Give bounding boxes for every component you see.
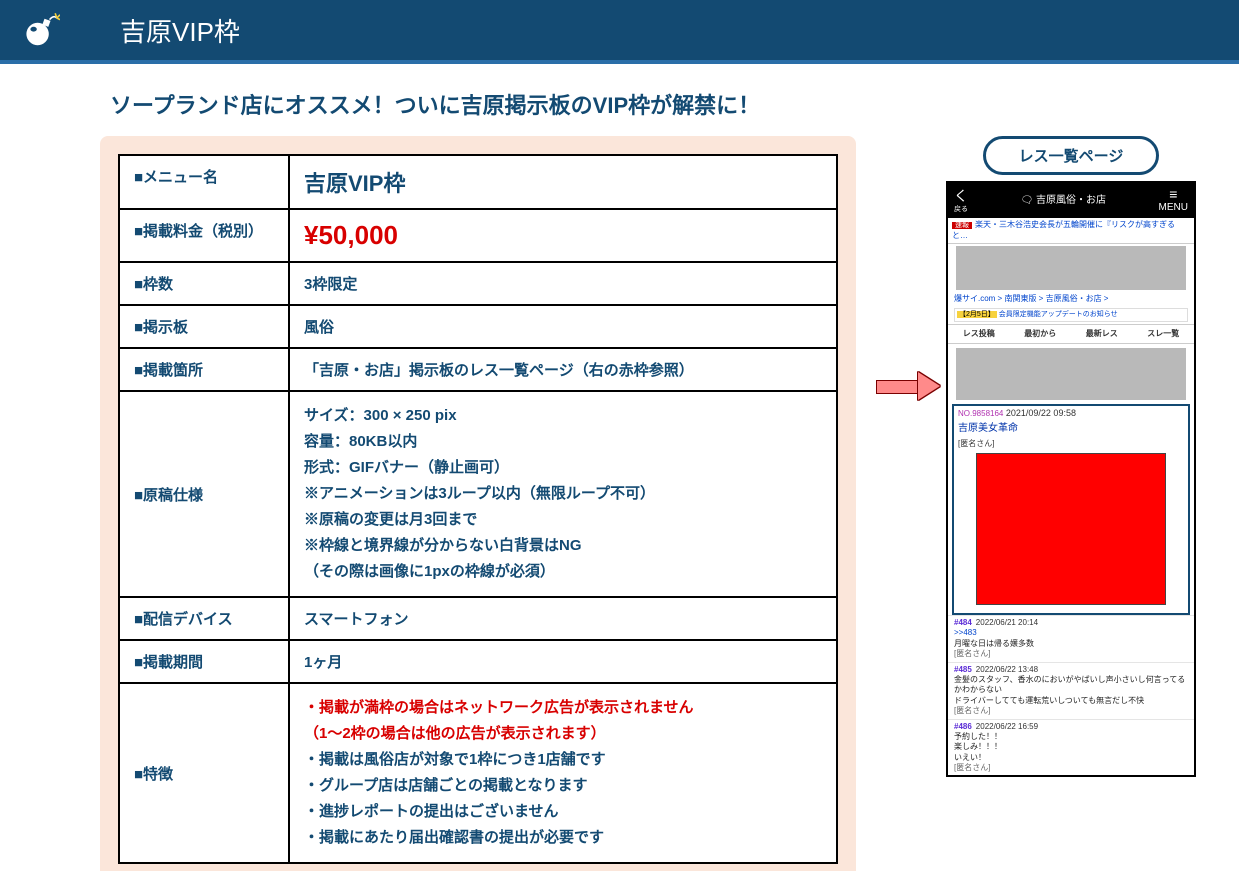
thread-no: NO.9858164 [958, 409, 1003, 418]
post-body: 金髪のスタッフ、香水のにおいがやばいし声小さいし何言ってるかわからない ドライバ… [954, 675, 1188, 706]
notice-tag: 【2月5日】 [957, 311, 997, 318]
post-item: #485 2022/06/22 13:48 金髪のスタッフ、香水のにおいがやばいし… [948, 662, 1194, 719]
row-period-value: 1ヶ月 [304, 654, 342, 671]
feature-line: ・進捗レポートの提出はございません [304, 800, 822, 824]
ad-placeholder [956, 348, 1186, 400]
subtitle: ソープランド店にオススメ！ついに吉原掲示板のVIP枠が解禁に！ [110, 88, 1239, 120]
row-slots-value: 3枠限定 [304, 276, 357, 293]
tab-first[interactable]: 最初から [1024, 329, 1056, 339]
post-ts: 2022/06/22 13:48 [976, 665, 1038, 674]
spec-line: ※原稿の変更は月3回まで [304, 508, 822, 532]
row-board-label: ■掲示板 [119, 305, 289, 348]
arrow-icon [866, 376, 946, 396]
row-period-label: ■掲載期間 [119, 640, 289, 683]
row-location-label: ■掲載箇所 [119, 348, 289, 391]
notice-bar[interactable]: 【2月5日】会員限定機能アップデートのお知らせ [954, 308, 1188, 321]
feature-line-red: （1～2枠の場合は他の広告が表示されます） [304, 722, 822, 746]
banner-tag: 速報 [952, 222, 972, 229]
row-feature-label: ■特徴 [119, 683, 289, 863]
preview-pill: レス一覧ページ [983, 136, 1159, 175]
row-device-value: スマートフォン [304, 611, 409, 628]
feature-line: ・グループ店は店舗ごとの掲載となります [304, 774, 822, 798]
row-menu-label: ■メニュー名 [119, 155, 289, 209]
tab-list[interactable]: スレ一覧 [1147, 329, 1179, 339]
row-device-label: ■配信デバイス [119, 597, 289, 640]
tab-latest[interactable]: 最新レス [1086, 329, 1118, 339]
menu-label: MENU [1159, 201, 1188, 214]
ad-slot-redbox [976, 453, 1166, 605]
banner-text: 楽天・三木谷浩史会長が五輪開催に『リスクが高すぎると… [952, 220, 1175, 239]
chevron-left-icon: く [954, 188, 968, 204]
back-label: 戻る [954, 205, 968, 214]
phone-title: 🗨 吉原風俗・お店 [1021, 194, 1106, 207]
row-spec-label: ■原稿仕様 [119, 391, 289, 597]
thread-anon: [匿名さん] [958, 439, 1184, 449]
post-item: #484 2022/06/21 20:14 >>483 月曜な日は帰る嬢多数 [匿… [948, 615, 1194, 662]
spec-table: ■メニュー名 吉原VIP枠 ■掲載料金（税別） ¥50,000 ■枠数 3枠限定… [118, 154, 838, 864]
thread-title[interactable]: 吉原美女革命 [958, 422, 1184, 435]
row-menu-value: 吉原VIP枠 [304, 171, 405, 196]
post-num[interactable]: #484 [954, 618, 972, 627]
post-sig: [匿名さん] [954, 706, 1188, 716]
hamburger-icon: ≡ [1159, 187, 1188, 201]
post-ts: 2022/06/22 16:59 [976, 722, 1038, 731]
bomb-icon [20, 10, 60, 50]
phone-topbar: く 戻る 🗨 吉原風俗・お店 ≡ MENU [948, 183, 1194, 218]
spec-line: （その際は画像に1pxの枠線が必須） [304, 560, 822, 584]
breadcrumb[interactable]: 爆サイ.com > 南関東版 > 吉原風俗・お店 > [948, 292, 1194, 306]
back-button[interactable]: く 戻る [954, 187, 968, 214]
post-num[interactable]: #486 [954, 722, 972, 731]
notice-text: 会員限定機能アップデートのお知らせ [999, 311, 1118, 318]
page-title: 吉原VIP枠 [120, 12, 240, 49]
spec-line: サイズ：300 × 250 pix [304, 404, 822, 428]
spec-line: 容量：80KB以内 [304, 430, 822, 454]
row-price-value: ¥50,000 [304, 220, 398, 250]
spec-line: ※枠線と境界線が分からない白背景はNG [304, 534, 822, 558]
feature-line: ・掲載は風俗店が対象で1枠につき1店舗です [304, 748, 822, 772]
thread-ts: 2021/09/22 09:58 [1006, 408, 1076, 418]
ad-placeholder [956, 246, 1186, 290]
row-slots-label: ■枠数 [119, 262, 289, 305]
phone-mock: く 戻る 🗨 吉原風俗・お店 ≡ MENU 速報楽天・三木谷浩史会長が五輪開催に… [946, 181, 1196, 777]
header-bar: 吉原VIP枠 [0, 0, 1239, 64]
feature-line-red: ・掲載が満枠の場合はネットワーク広告が表示されません [304, 696, 822, 720]
post-body: 予約した！！ 楽しみ！！！ いえい！ [954, 732, 1188, 763]
post-item: #4862022/06/22 16:59 予約した！！ 楽しみ！！！ いえい！ … [948, 719, 1194, 776]
post-body: 月曜な日は帰る嬢多数 [954, 639, 1188, 649]
spec-card: ■メニュー名 吉原VIP枠 ■掲載料金（税別） ¥50,000 ■枠数 3枠限定… [100, 136, 856, 871]
thread-tabs: レス投稿 最初から 最新レス スレ一覧 [948, 324, 1194, 344]
post-num[interactable]: #485 [954, 665, 972, 674]
post-reply[interactable]: >>483 [954, 628, 977, 637]
feature-line: ・掲載にあたり届出確認書の提出が必要です [304, 826, 822, 850]
preview-column: レス一覧ページ く 戻る 🗨 吉原風俗・お店 ≡ MENU 速報楽天・三木谷浩史… [946, 136, 1196, 777]
spec-line: 形式：GIFバナー（静止画可） [304, 456, 822, 480]
tab-post[interactable]: レス投稿 [963, 329, 995, 339]
news-banner[interactable]: 速報楽天・三木谷浩史会長が五輪開催に『リスクが高すぎると… [948, 218, 1194, 244]
row-location-value: 「吉原・お店」掲示板のレス一覧ページ（右の赤枠参照） [304, 362, 694, 379]
post-ts: 2022/06/21 20:14 [976, 618, 1038, 627]
menu-button[interactable]: ≡ MENU [1159, 187, 1188, 214]
post-sig: [匿名さん] [954, 763, 1188, 773]
spec-line: ※アニメーションは3ループ以内（無限ループ不可） [304, 482, 822, 506]
row-price-label: ■掲載料金（税別） [119, 209, 289, 262]
highlighted-slot: NO.9858164 2021/09/22 09:58 吉原美女革命 [匿名さん… [952, 404, 1190, 615]
row-board-value: 風俗 [304, 319, 334, 336]
post-sig: [匿名さん] [954, 649, 1188, 659]
